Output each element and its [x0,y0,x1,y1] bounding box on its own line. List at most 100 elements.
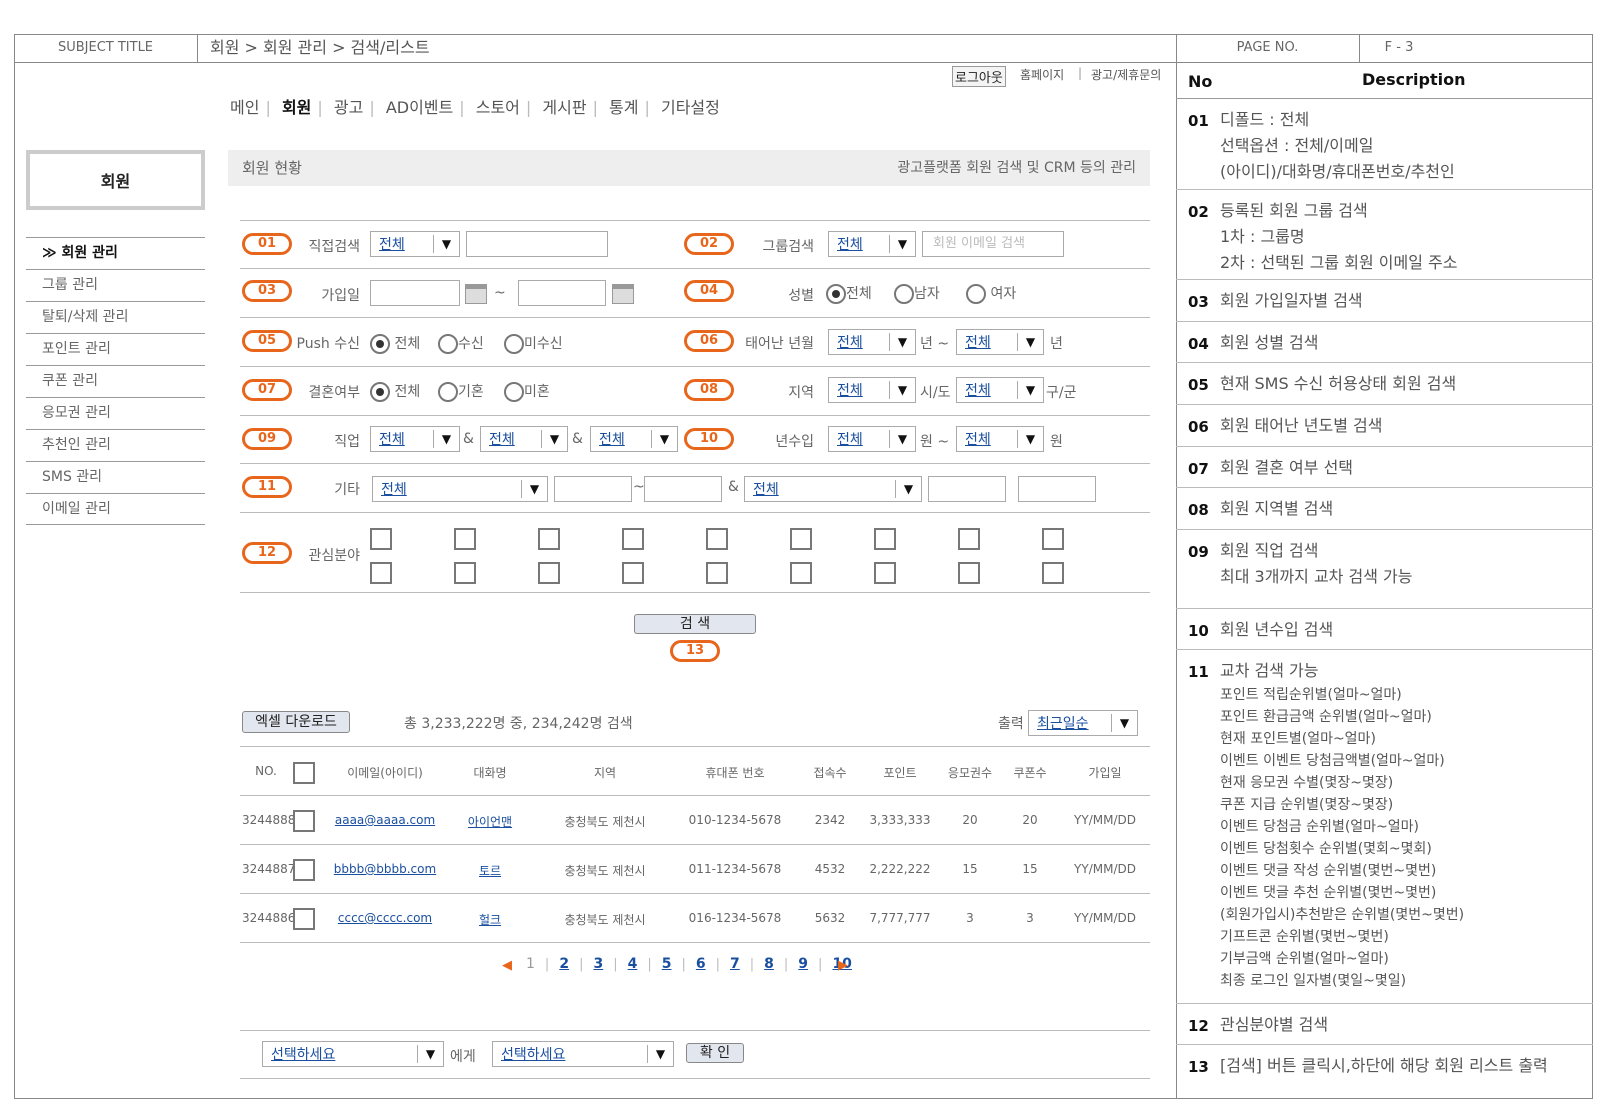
excel-download-button[interactable]: 엑셀 다운로드 [242,711,350,733]
marriage-radio-all[interactable]: 전체 [370,381,420,402]
page-link-8[interactable]: 8 [764,956,774,972]
nickname-link[interactable]: 아이언맨 [450,813,530,830]
interest-checkbox-1[interactable] [370,528,392,550]
nav-ad[interactable]: 광고 [334,98,363,117]
row-checkbox[interactable] [293,859,315,881]
interest-checkbox-5[interactable] [706,528,728,550]
interest-checkbox-11[interactable] [454,562,476,584]
marriage-radio-married[interactable]: 기혼 [438,381,484,402]
job-select-1[interactable]: 전체 ▼ [370,426,460,452]
interest-checkbox-8[interactable] [958,528,980,550]
job-select-3[interactable]: 전체 ▼ [590,426,678,452]
group-search-select[interactable]: 전체 ▼ [828,231,916,257]
select-all-checkbox[interactable] [293,762,315,784]
join-date-to[interactable] [518,280,606,306]
page-link-6[interactable]: 6 [696,956,706,972]
page-link-4[interactable]: 4 [628,956,638,972]
row-checkbox[interactable] [293,810,315,832]
email-link[interactable]: cccc@cccc.com [330,911,440,925]
bulk-action-select[interactable]: 선택하세요 ▼ [262,1041,444,1067]
bulk-target-select[interactable]: 선택하세요 ▼ [492,1041,674,1067]
interest-checkbox-12[interactable] [538,562,560,584]
interest-checkbox-16[interactable] [874,562,896,584]
group-email-input[interactable]: 회원 이메일 검색 [922,231,1064,257]
interest-checkbox-14[interactable] [706,562,728,584]
logout-button[interactable]: 로그아웃 [952,66,1006,87]
interest-checkbox-10[interactable] [370,562,392,584]
direct-search-input[interactable] [466,231,608,257]
direct-search-select[interactable]: 전체 ▼ [370,231,460,257]
nav-board[interactable]: 게시판 [542,98,586,117]
nav-store[interactable]: 스토어 [476,98,520,117]
sort-select[interactable]: 최근일순 ▼ [1028,710,1138,736]
partner-link[interactable]: 광고/제휴문의 [1091,66,1161,83]
search-button[interactable]: 검 색 [634,614,756,634]
sidebar-item-group[interactable]: 그룹 관리 [26,269,205,301]
page-link-5[interactable]: 5 [662,956,672,972]
sidebar-item-email[interactable]: 이메일 관리 [26,493,205,525]
etc-range2-to[interactable] [1018,476,1096,502]
push-radio-all[interactable]: 전체 [370,333,420,354]
etc-range2-from[interactable] [928,476,1006,502]
nav-stats[interactable]: 통계 [609,98,638,117]
email-link[interactable]: bbbb@bbbb.com [330,862,440,876]
row-checkbox[interactable] [293,908,315,930]
sidebar-item-referrer[interactable]: 추천인 관리 [26,429,205,461]
interest-checkbox-2[interactable] [454,528,476,550]
nav-main[interactable]: 메인 [230,98,259,117]
gender-radio-female[interactable]: 여자 [966,283,1016,304]
interest-checkbox-9[interactable] [1042,528,1064,550]
next-page-icon[interactable]: ▶ [838,958,848,973]
push-radio-off[interactable]: 미수신 [504,333,563,354]
etc-select-1[interactable]: 전체 ▼ [372,476,548,502]
income-to-select[interactable]: 전체 ▼ [956,426,1044,452]
page-link-1[interactable]: 1 [526,956,535,972]
gender-radio-male[interactable]: 남자 [894,283,940,304]
email-link[interactable]: aaaa@aaaa.com [330,813,440,827]
sidebar-item-ticket[interactable]: 응모권 관리 [26,397,205,429]
nav-settings[interactable]: 기타설정 [661,98,720,117]
sidebar-item-member-manage[interactable]: ≫ 회원 관리 [26,237,205,269]
push-label: Push 수신 [296,336,360,352]
homepage-link[interactable]: 홈페이지 [1020,66,1064,83]
calendar-icon[interactable] [612,284,634,304]
etc-range-from[interactable] [554,476,632,502]
region-district-select[interactable]: 전체 ▼ [956,377,1044,403]
sidebar-item-sms[interactable]: SMS 관리 [26,461,205,493]
confirm-button[interactable]: 확 인 [686,1043,744,1063]
birth-year-from[interactable]: 전체 ▼ [828,329,916,355]
nickname-link[interactable]: 헐크 [450,911,530,928]
sidebar-item-withdraw[interactable]: 탈퇴/삭제 관리 [26,301,205,333]
income-label: 년수입 [775,434,814,450]
region-city-select[interactable]: 전체 ▼ [828,377,916,403]
birth-year-to[interactable]: 전체 ▼ [956,329,1044,355]
page-link-2[interactable]: 2 [559,956,569,972]
etc-range-to[interactable] [644,476,722,502]
nickname-link[interactable]: 토르 [450,862,530,879]
marriage-radio-single[interactable]: 미혼 [504,381,550,402]
interest-checkbox-4[interactable] [622,528,644,550]
nav-member[interactable]: 회원 [282,98,311,117]
nav-ad-event[interactable]: AD이벤트 [386,98,453,117]
join-date-from[interactable] [370,280,460,306]
interest-checkbox-15[interactable] [790,562,812,584]
interest-checkbox-18[interactable] [1042,562,1064,584]
interest-checkbox-3[interactable] [538,528,560,550]
page-link-3[interactable]: 3 [593,956,603,972]
interest-checkbox-13[interactable] [622,562,644,584]
interest-checkbox-6[interactable] [790,528,812,550]
interest-checkbox-7[interactable] [874,528,896,550]
sidebar-item-point[interactable]: 포인트 관리 [26,333,205,365]
row-points: 2,222,222 [869,862,931,876]
gender-radio-all[interactable]: 전체 [826,283,872,304]
sidebar-item-coupon[interactable]: 쿠폰 관리 [26,365,205,397]
page-link-9[interactable]: 9 [798,956,808,972]
etc-select-2[interactable]: 전체 ▼ [744,476,922,502]
push-radio-on[interactable]: 수신 [438,333,484,354]
page-link-7[interactable]: 7 [730,956,740,972]
income-from-select[interactable]: 전체 ▼ [828,426,916,452]
calendar-icon[interactable] [465,284,487,304]
interest-checkbox-17[interactable] [958,562,980,584]
prev-page-icon[interactable]: ◀ [502,958,512,973]
job-select-2[interactable]: 전체 ▼ [480,426,568,452]
